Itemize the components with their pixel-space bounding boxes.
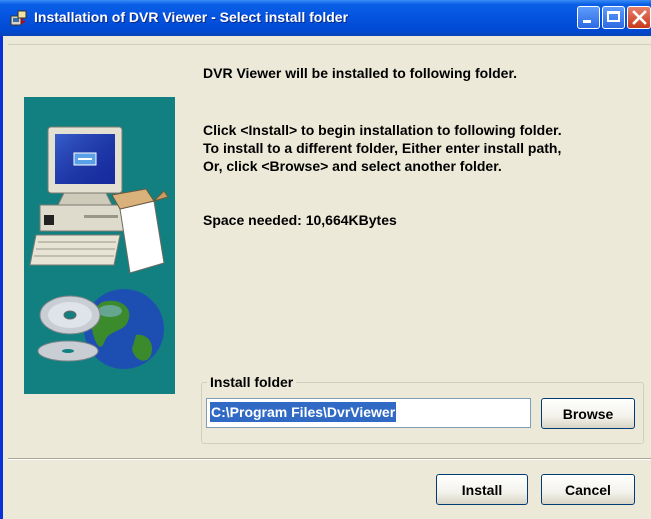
close-icon (632, 10, 647, 25)
instruction-line-3: Or, click <Browse> and select another fo… (203, 158, 502, 174)
minimize-button[interactable] (577, 6, 600, 29)
browse-button[interactable]: Browse (541, 398, 635, 429)
title-bar[interactable]: Installation of DVR Viewer - Select inst… (0, 0, 651, 36)
maximize-button[interactable] (602, 6, 625, 29)
illustration-svg (29, 126, 169, 369)
install-path-input[interactable]: C:\Program Files\DvrViewer (206, 398, 531, 428)
close-button[interactable] (627, 6, 651, 29)
install-path-value: C:\Program Files\DvrViewer (210, 402, 397, 422)
instruction-line-2: To install to a different folder, Either… (203, 140, 562, 156)
installer-app-icon (10, 10, 27, 26)
installer-illustration (24, 97, 175, 394)
frame-divider (8, 44, 651, 45)
cd-disc-icon (37, 295, 101, 362)
space-needed-label: Space needed: 10,664KBytes (203, 212, 397, 228)
maximize-icon (607, 11, 620, 22)
installer-window: Installation of DVR Viewer - Select inst… (0, 0, 651, 519)
cancel-button[interactable]: Cancel (541, 474, 635, 505)
install-folder-label: Install folder (207, 374, 297, 390)
window-title: Installation of DVR Viewer - Select inst… (34, 9, 349, 25)
instruction-line-1: Click <Install> to begin installation to… (203, 122, 562, 138)
install-button[interactable]: Install (436, 474, 528, 505)
minimize-icon (583, 20, 591, 23)
button-separator-highlight (8, 459, 651, 460)
globe-icon (84, 289, 164, 369)
install-destination-message: DVR Viewer will be installed to followin… (203, 65, 518, 81)
